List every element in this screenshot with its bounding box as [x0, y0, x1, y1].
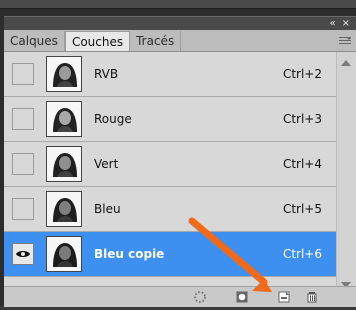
photoshop-window: « × Calques Couches Tracés RVB Ctrl+2 Ro…: [0, 0, 356, 307]
channel-shortcut: Ctrl+5: [282, 202, 322, 216]
visibility-toggle[interactable]: [12, 198, 34, 220]
channel-thumbnail: [46, 236, 82, 272]
tab-calques[interactable]: Calques: [4, 31, 65, 51]
channel-thumbnail: [46, 56, 82, 92]
channel-shortcut: Ctrl+2: [282, 67, 322, 81]
tab-couches[interactable]: Couches: [64, 31, 131, 51]
annotation-arrow: [188, 217, 272, 292]
channel-row-rvb[interactable]: RVB Ctrl+2: [4, 52, 336, 97]
eye-icon[interactable]: [12, 243, 34, 265]
panel-menu-icon[interactable]: [334, 31, 356, 51]
channels-scrollbar[interactable]: [336, 52, 356, 294]
channel-name: Vert: [94, 157, 119, 171]
window-top-strip: [0, 0, 356, 9]
collapse-icon[interactable]: «: [329, 18, 335, 29]
panel-header: « ×: [4, 16, 356, 30]
tab-traces[interactable]: Tracés: [130, 31, 182, 51]
channel-row-rouge[interactable]: Rouge Ctrl+3: [4, 97, 336, 142]
panel-footer: [4, 286, 356, 307]
visibility-toggle[interactable]: [12, 108, 34, 130]
close-icon[interactable]: ×: [342, 18, 350, 29]
channel-thumbnail: [46, 146, 82, 182]
channel-thumbnail: [46, 191, 82, 227]
visibility-toggle[interactable]: [12, 153, 34, 175]
channels-panel: Calques Couches Tracés RVB Ctrl+2 Rouge …: [4, 30, 356, 307]
channel-row-vert[interactable]: Vert Ctrl+4: [4, 142, 336, 187]
channel-name: RVB: [94, 67, 119, 81]
trash-icon[interactable]: [304, 289, 320, 305]
scroll-up-icon[interactable]: [341, 60, 351, 66]
channel-shortcut: Ctrl+3: [282, 112, 322, 126]
channel-name: Bleu: [94, 202, 121, 216]
channel-name: Bleu copie: [94, 247, 165, 261]
panel-tabs: Calques Couches Tracés: [4, 30, 356, 52]
channel-thumbnail: [46, 101, 82, 137]
visibility-toggle[interactable]: [12, 63, 34, 85]
channel-shortcut: Ctrl+4: [282, 157, 322, 171]
channel-name: Rouge: [94, 112, 132, 126]
